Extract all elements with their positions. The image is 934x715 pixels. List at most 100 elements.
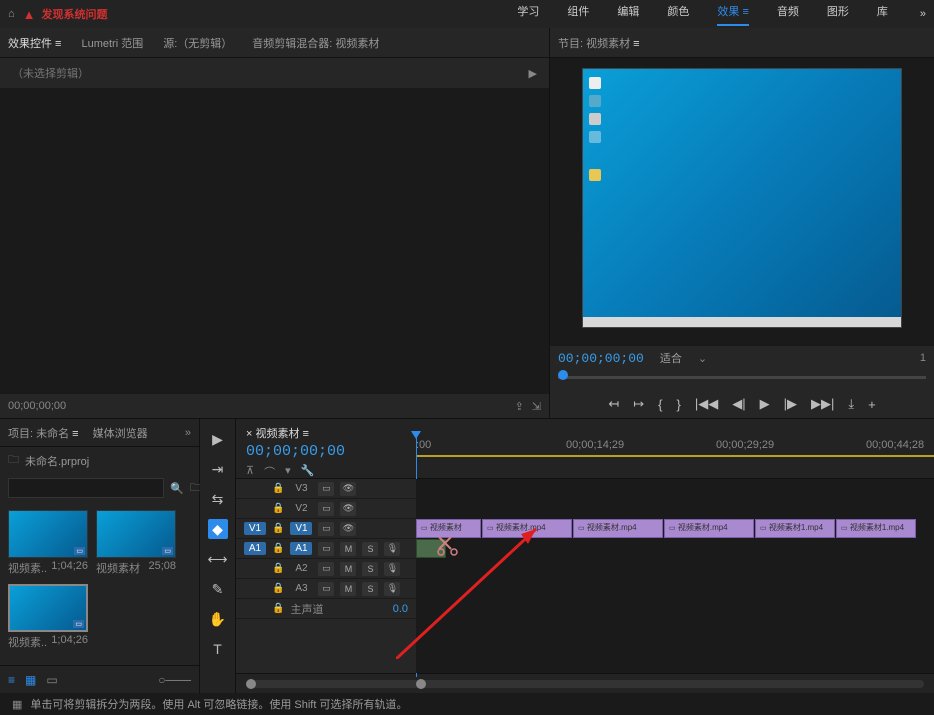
timeline-footer: [236, 673, 934, 693]
timeline-clip[interactable]: ▭ 视频素材.mp4: [573, 519, 663, 538]
project-item[interactable]: ▭视频素..1;04;26: [8, 510, 88, 576]
timeline-timecode[interactable]: 00;00;00;00: [246, 443, 406, 460]
freeform-view-icon[interactable]: ▭: [46, 673, 57, 687]
workspace-tab-组件[interactable]: 组件: [567, 3, 589, 26]
link-icon[interactable]: ⌒: [264, 464, 275, 480]
source-panel: 效果控件 ≡ Lumetri 范围 源:（无剪辑） 音频剪辑混合器: 视频素材 （未选…: [0, 28, 550, 418]
project-footer: ≡ ▦ ▭ ○───: [0, 665, 199, 693]
marker-in-icon[interactable]: {: [658, 397, 662, 412]
more-icon[interactable]: »: [185, 427, 191, 439]
chevron-down-icon: ⌄: [698, 352, 707, 365]
marker-out-icon[interactable]: }: [676, 397, 680, 412]
timeline-panel: × 视频素材 ≡ 00;00;00;00 ⊼ ⌒ ▾ 🔧 :0000;00;14…: [236, 419, 934, 693]
scrubber-thumb[interactable]: [558, 370, 568, 380]
audio-track-header[interactable]: 🔒A3▭MS🎙: [236, 579, 416, 599]
program-tab[interactable]: 节目: 视频素材 ≡: [558, 35, 640, 51]
workspace-tab-库[interactable]: 库: [877, 3, 888, 26]
project-item[interactable]: ▭视频素材25;08: [96, 510, 176, 576]
search-icon[interactable]: 🔍: [170, 482, 184, 495]
sequence-tab[interactable]: × 视频素材 ≡: [246, 425, 406, 441]
program-panel: 节目: 视频素材 ≡ 00;00;00;00 适合 ⌄ 1 ↤ ↦ {: [550, 28, 934, 418]
workspace-tabs: 学习 组件 编辑 颜色 效果 ≡ 音频 图形 库: [517, 3, 899, 26]
clip-selector[interactable]: （未选择剪辑） ▶: [0, 58, 549, 88]
source-tab[interactable]: Lumetri 范围: [81, 35, 143, 51]
export-icon[interactable]: ⤓: [848, 396, 854, 412]
project-item[interactable]: ▭视频素..1;04;26: [8, 584, 88, 650]
program-timecode[interactable]: 00;00;00;00: [558, 351, 644, 366]
icon-view-icon[interactable]: ▦: [25, 673, 36, 687]
list-view-icon[interactable]: ≡: [8, 673, 15, 687]
pen-tool-icon[interactable]: ✎: [208, 579, 228, 599]
play-icon[interactable]: ▶: [760, 396, 770, 412]
status-bar: ▦ 单击可将剪辑拆分为两段。使用 Alt 可忽略链接。使用 Shift 可选择所…: [0, 693, 934, 715]
selection-tool-icon[interactable]: ▶: [208, 429, 228, 449]
snap-icon[interactable]: ⊼: [246, 464, 254, 480]
project-tab[interactable]: 项目: 未命名 ≡: [8, 425, 79, 441]
source-tab[interactable]: 效果控件 ≡: [8, 35, 61, 51]
source-tab[interactable]: 音频剪辑混合器: 视频素材: [252, 35, 379, 51]
timeline-clip[interactable]: ▭ 视频素材1.mp4: [836, 519, 916, 538]
audio-track-header[interactable]: A1🔒A1▭MS🎙: [236, 539, 416, 559]
timeline-clip[interactable]: ▭ 视频素材.mp4: [664, 519, 754, 538]
project-panel: 项目: 未命名 ≡ 媒体浏览器 » 🗀 未命名.prproj 🔍 🗀 ▭视频素.…: [0, 419, 200, 693]
audio-track-header[interactable]: 🔒A2▭MS🎙: [236, 559, 416, 579]
goto-out-icon[interactable]: ▶▶|: [811, 396, 834, 412]
preview-frame: [582, 68, 902, 328]
search-row: 🔍 🗀: [0, 474, 199, 502]
source-footer: 00;00;00;00 ⇪ ⇲: [0, 394, 549, 418]
slip-tool-icon[interactable]: ⟷: [208, 549, 228, 569]
expand-icon[interactable]: »: [900, 8, 926, 20]
workspace-tab-音频[interactable]: 音频: [777, 3, 799, 26]
warning-icon[interactable]: ▲: [23, 7, 36, 22]
program-scrubber[interactable]: [550, 370, 934, 390]
search-input[interactable]: [8, 478, 164, 498]
settings-icon[interactable]: 🔧: [301, 464, 315, 480]
workspace-tab-效果[interactable]: 效果 ≡: [717, 3, 748, 26]
marker-icon[interactable]: ▾: [285, 464, 291, 480]
source-timecode: 00;00;00;00: [8, 400, 66, 412]
track-content[interactable]: ▭ 视频素材▭ 视频素材.mp4▭ 视频素材.mp4▭ 视频素材.mp4▭ 视频…: [416, 479, 934, 673]
goto-in-icon[interactable]: |◀◀: [695, 396, 718, 412]
video-track-header[interactable]: 🔒V3▭👁: [236, 479, 416, 499]
home-icon[interactable]: ⌂: [8, 8, 15, 20]
source-tab[interactable]: 源:（无剪辑）: [163, 35, 232, 51]
ripple-tool-icon[interactable]: ⇆: [208, 489, 228, 509]
project-tabs: 项目: 未命名 ≡ 媒体浏览器 »: [0, 419, 199, 447]
timeline-clip[interactable]: ▭ 视频素材: [416, 519, 481, 538]
v1-clips: ▭ 视频素材▭ 视频素材.mp4▭ 视频素材.mp4▭ 视频素材.mp4▭ 视频…: [416, 519, 934, 539]
hand-tool-icon[interactable]: ✋: [208, 609, 228, 629]
export-frame-icon[interactable]: ⇪: [515, 400, 524, 413]
timeline-clip[interactable]: ▭ 视频素材1.mp4: [755, 519, 835, 538]
razor-tool-icon[interactable]: ◆: [208, 519, 228, 539]
program-controls: 00;00;00;00 适合 ⌄ 1: [550, 346, 934, 370]
transport-controls: ↤ ↦ { } |◀◀ ◀| ▶ |▶ ▶▶| ⤓ +: [550, 390, 934, 418]
video-track-header[interactable]: V1🔒V1▭👁: [236, 519, 416, 539]
tool-column: ▶ ⇥ ⇆ ◆ ⟷ ✎ ✋ T: [200, 419, 236, 693]
timeline-clip[interactable]: ▭ 视频素材.mp4: [482, 519, 572, 538]
step-back-icon[interactable]: ◀|: [732, 396, 745, 412]
zoom-slider[interactable]: ○───: [158, 673, 191, 687]
workspace-tab-学习[interactable]: 学习: [517, 3, 539, 26]
timeline-ruler[interactable]: :0000;00;14;2900;00;29;2900;00;44;28: [416, 419, 934, 478]
fit-dropdown[interactable]: 适合: [660, 350, 682, 366]
workspace-tab-编辑[interactable]: 编辑: [617, 3, 639, 26]
program-tabs: 节目: 视频素材 ≡: [550, 28, 934, 58]
source-tabs: 效果控件 ≡ Lumetri 范围 源:（无剪辑） 音频剪辑混合器: 视频素材: [0, 28, 549, 58]
master-track: 🔒主声道0.0: [236, 599, 416, 619]
video-track-header[interactable]: 🔒V2▭👁: [236, 499, 416, 519]
program-monitor: [550, 58, 934, 346]
settings-icon[interactable]: ⇲: [532, 400, 541, 413]
track-select-tool-icon[interactable]: ⇥: [208, 459, 228, 479]
media-browser-tab[interactable]: 媒体浏览器: [93, 425, 148, 441]
workspace-tab-颜色[interactable]: 颜色: [667, 3, 689, 26]
timeline-header: × 视频素材 ≡ 00;00;00;00 ⊼ ⌒ ▾ 🔧 :0000;00;14…: [236, 419, 934, 479]
mark-out-icon[interactable]: ↦: [633, 396, 644, 412]
mark-in-icon[interactable]: ↤: [608, 396, 619, 412]
workspace-tab-图形[interactable]: 图形: [827, 3, 849, 26]
type-tool-icon[interactable]: T: [208, 639, 228, 659]
zoom-scrollbar[interactable]: [246, 680, 924, 688]
step-fwd-icon[interactable]: |▶: [784, 396, 797, 412]
warning-text[interactable]: 发现系统问题: [42, 6, 108, 22]
button-editor-icon[interactable]: +: [868, 397, 876, 412]
audio-clip[interactable]: [416, 539, 446, 558]
